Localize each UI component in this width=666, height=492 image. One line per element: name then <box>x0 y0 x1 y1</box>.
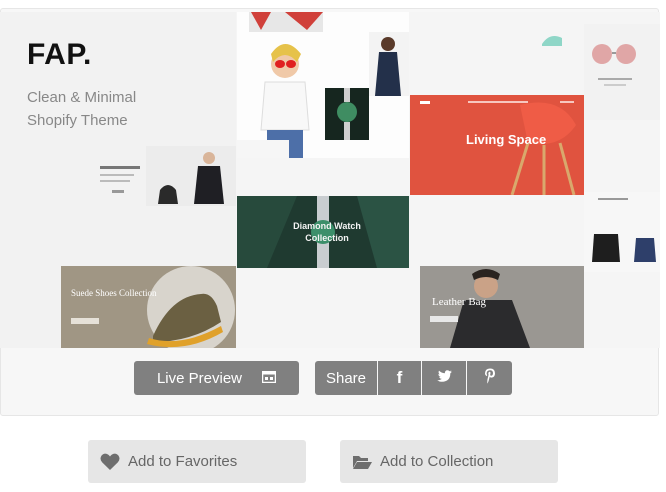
theme-preview-image[interactable]: FAP. Clean & Minimal Shopify Theme Livin… <box>0 12 660 348</box>
add-to-favorites-label: Add to Favorites <box>128 453 238 470</box>
add-to-collection-label: Add to Collection <box>380 453 494 470</box>
share-button[interactable]: Share <box>315 361 377 395</box>
twitter-icon <box>436 369 452 387</box>
pinterest-share-button[interactable] <box>467 361 512 395</box>
facebook-share-button[interactable]: f <box>378 361 421 395</box>
preview-window-icon <box>261 370 277 387</box>
model-bag-image <box>146 146 236 206</box>
folder-open-icon <box>352 454 372 470</box>
brand-logo: FAP. <box>27 38 92 71</box>
share-label: Share <box>325 369 367 387</box>
add-to-collection-button[interactable]: Add to Collection <box>340 440 558 483</box>
share-group: Share f <box>315 361 512 395</box>
living-space-title: Living Space <box>466 132 547 147</box>
leather-bag-title: Leather Bag <box>432 296 487 308</box>
sneaker-image <box>540 26 564 52</box>
suede-shoes-banner: Suede Shoes Collection <box>61 266 236 348</box>
leather-bag-banner: Leather Bag <box>420 266 584 348</box>
sunglasses-product <box>584 24 660 120</box>
diamond-watch-title: Diamond Watch Collection <box>293 221 361 243</box>
add-to-favorites-button[interactable]: Add to Favorites <box>88 440 306 483</box>
bags-product <box>584 192 660 272</box>
fashion-collage <box>237 12 409 158</box>
living-space-banner: Living Space <box>410 95 584 195</box>
live-preview-label: Live Preview <box>156 369 243 387</box>
pinterest-icon <box>484 368 496 388</box>
heart-icon <box>100 453 120 471</box>
live-preview-button[interactable]: Live Preview <box>134 361 299 395</box>
facebook-icon: f <box>396 368 403 387</box>
diamond-watch-banner: Diamond Watch Collection <box>237 196 409 268</box>
suede-shoes-title: Suede Shoes Collection <box>71 288 157 298</box>
brand-tagline: Clean & Minimal Shopify Theme <box>27 89 137 129</box>
twitter-share-button[interactable] <box>422 361 466 395</box>
